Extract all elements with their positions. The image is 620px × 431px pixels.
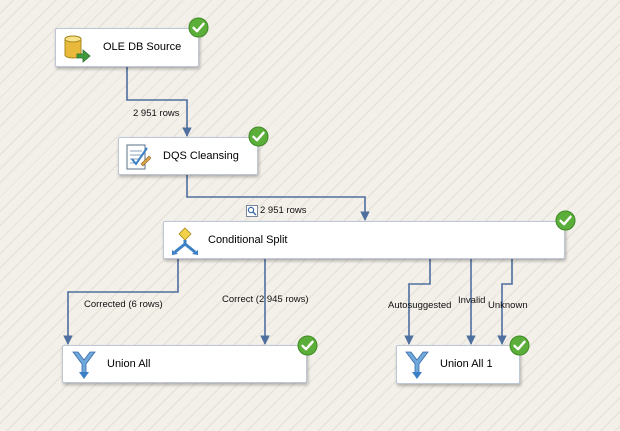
path-source-to-dqs[interactable]: [126, 67, 192, 137]
component-union-all[interactable]: Union All: [62, 345, 307, 383]
success-check-icon: [188, 17, 209, 38]
dqs-cleansing-icon: [126, 144, 151, 170]
component-dqs-cleansing[interactable]: DQS Cleansing: [118, 137, 258, 175]
union-all-icon: [405, 351, 429, 379]
component-label: OLE DB Source: [103, 41, 182, 53]
success-check-icon: [297, 335, 318, 356]
success-check-icon: [555, 210, 576, 231]
database-source-icon: [64, 35, 91, 63]
path-row-count-label: 2 951 rows: [133, 108, 180, 119]
success-check-icon: [509, 335, 530, 356]
component-label: Union All: [107, 358, 151, 370]
component-label: DQS Cleansing: [163, 150, 239, 162]
union-all-icon: [72, 351, 96, 379]
data-viewer-icon[interactable]: [246, 205, 258, 217]
success-check-icon: [248, 126, 269, 147]
path-output-label: Correct (2 945 rows): [222, 294, 309, 305]
component-label: Union All 1: [440, 358, 493, 370]
path-row-count-label: 2 951 rows: [260, 205, 307, 216]
path-output-label: Unknown: [488, 300, 528, 311]
component-union-all-1[interactable]: Union All 1: [396, 345, 520, 384]
path-output-label: Invalid: [458, 295, 486, 306]
path-output-label: Autosuggested: [388, 300, 452, 311]
component-ole-db-source[interactable]: OLE DB Source: [55, 28, 199, 67]
data-flow-canvas[interactable]: OLE DB Source 2 951 rows DQS Cleansing 2…: [0, 0, 620, 431]
conditional-split-icon: [172, 227, 198, 255]
path-output-label: Corrected (6 rows): [84, 299, 163, 310]
component-label: Conditional Split: [208, 234, 288, 246]
component-conditional-split[interactable]: Conditional Split: [163, 221, 565, 259]
